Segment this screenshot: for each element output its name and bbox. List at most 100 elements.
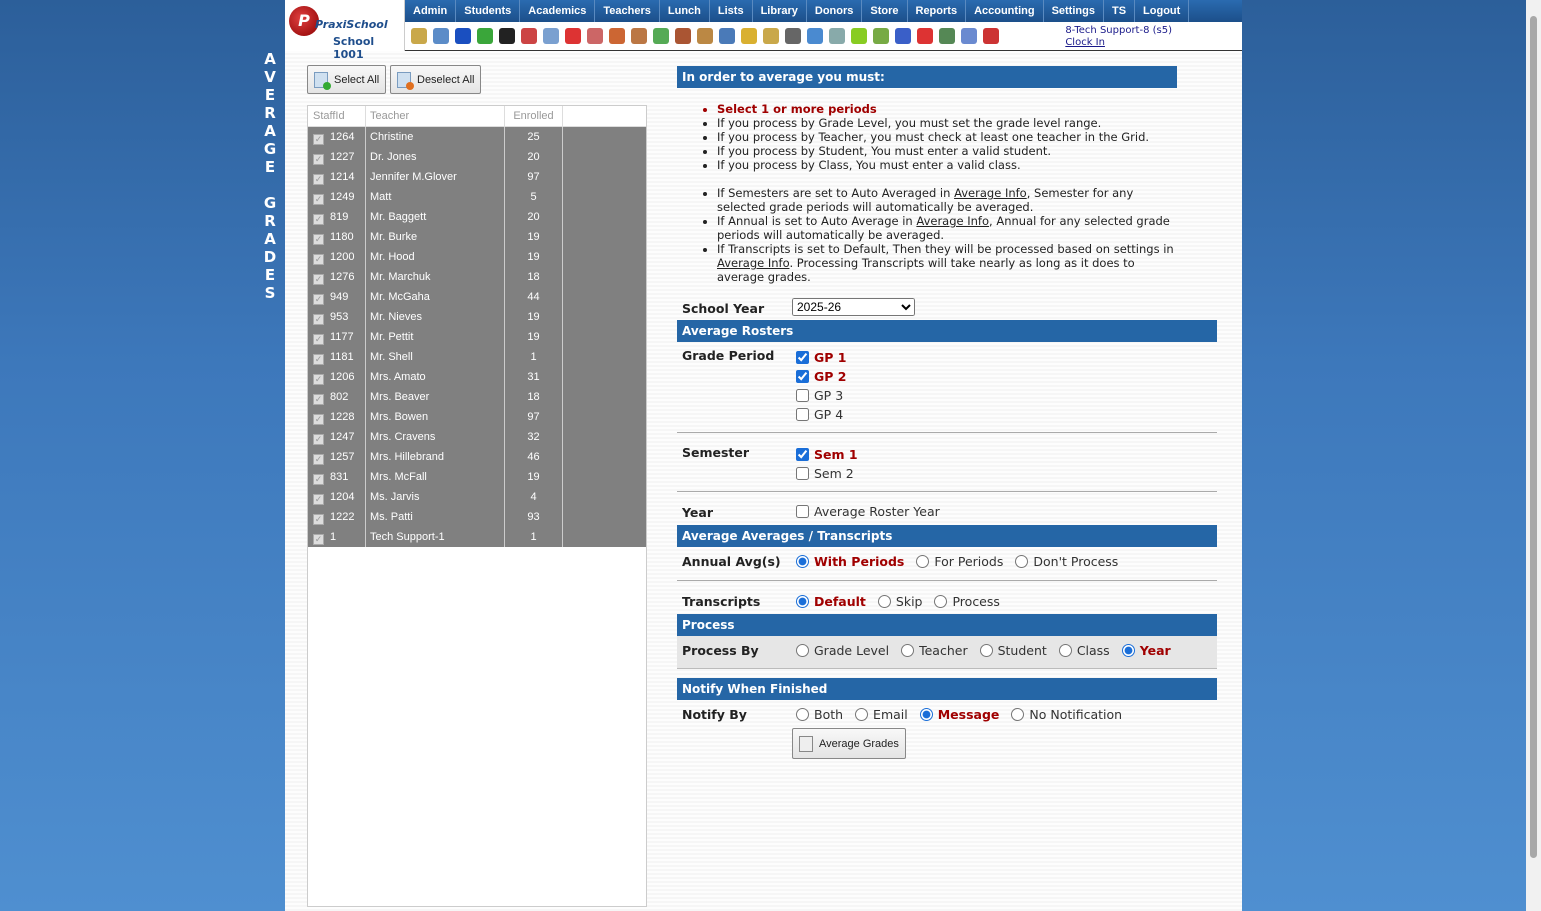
table-row[interactable]: ✓ 953 Mr. Nieves 19: [308, 307, 646, 327]
table-row[interactable]: ✓ 831 Mrs. McFall 19: [308, 467, 646, 487]
book-icon[interactable]: [719, 28, 735, 44]
export-icon[interactable]: [763, 28, 779, 44]
menu-logout[interactable]: Logout: [1135, 0, 1190, 22]
notify-by-radio[interactable]: No Notification: [1011, 707, 1122, 722]
transcripts-radio[interactable]: Skip: [877, 594, 922, 609]
grade-period-checkbox[interactable]: GP 1: [796, 348, 846, 367]
row-checkbox[interactable]: ✓: [313, 314, 324, 325]
search-icon[interactable]: [411, 28, 427, 44]
table-row[interactable]: ✓ 1204 Ms. Jarvis 4: [308, 487, 646, 507]
tag-icon[interactable]: [741, 28, 757, 44]
average-info-link[interactable]: Average Info: [954, 186, 1027, 200]
row-checkbox[interactable]: ✓: [313, 474, 324, 485]
menu-library[interactable]: Library: [753, 0, 807, 22]
semester-checkbox[interactable]: Sem 1: [796, 445, 858, 464]
table-row[interactable]: ✓ 1181 Mr. Shell 1: [308, 347, 646, 367]
row-checkbox[interactable]: ✓: [313, 254, 324, 265]
printer-icon[interactable]: [873, 28, 889, 44]
document-icon[interactable]: [829, 28, 845, 44]
clock-in-link[interactable]: Clock In: [1065, 37, 1172, 49]
menu-donors[interactable]: Donors: [807, 0, 863, 22]
menu-admin[interactable]: Admin: [405, 0, 457, 22]
grade-period-checkbox[interactable]: GP 2: [796, 367, 846, 386]
menu-reports[interactable]: Reports: [908, 0, 967, 22]
table-row[interactable]: ✓ 949 Mr. McGaha 44: [308, 287, 646, 307]
grade-period-checkbox[interactable]: GP 4: [796, 405, 846, 424]
table-row[interactable]: ✓ 1206 Mrs. Amato 31: [308, 367, 646, 387]
speaker-icon[interactable]: [521, 28, 537, 44]
semester-checkbox[interactable]: Sem 2: [796, 464, 858, 483]
notify-by-radio[interactable]: Message: [919, 707, 999, 722]
row-checkbox[interactable]: ✓: [313, 234, 324, 245]
transcripts-radio[interactable]: Process: [934, 594, 1000, 609]
row-checkbox[interactable]: ✓: [313, 414, 324, 425]
table-row[interactable]: ✓ 1249 Matt 5: [308, 187, 646, 207]
row-checkbox[interactable]: ✓: [313, 294, 324, 305]
page-scrollbar[interactable]: [1526, 0, 1541, 911]
process-by-radio[interactable]: Teacher: [901, 643, 968, 658]
average-grades-button[interactable]: Average Grades: [792, 728, 906, 759]
process-by-radio[interactable]: Class: [1058, 643, 1110, 658]
table-row[interactable]: ✓ 1200 Mr. Hood 19: [308, 247, 646, 267]
row-checkbox[interactable]: ✓: [313, 514, 324, 525]
cash-register-icon[interactable]: [939, 28, 955, 44]
row-checkbox[interactable]: ✓: [313, 214, 324, 225]
row-checkbox[interactable]: ✓: [313, 434, 324, 445]
row-checkbox[interactable]: ✓: [313, 374, 324, 385]
table-row[interactable]: ✓ 1 Tech Support-1 1: [308, 527, 646, 547]
table-row[interactable]: ✓ 1180 Mr. Burke 19: [308, 227, 646, 247]
row-checkbox[interactable]: ✓: [313, 134, 324, 145]
col-teacher[interactable]: Teacher: [366, 106, 505, 126]
average-roster-year-checkbox[interactable]: Average Roster Year: [796, 504, 940, 519]
add-user-icon[interactable]: [609, 28, 625, 44]
card-icon[interactable]: [851, 28, 867, 44]
logo[interactable]: P PraxiSchool School 1001: [285, 0, 405, 61]
transcripts-radio[interactable]: Default: [796, 594, 866, 609]
menu-accounting[interactable]: Accounting: [966, 0, 1044, 22]
calendar-icon[interactable]: [565, 28, 581, 44]
row-checkbox[interactable]: ✓: [313, 154, 324, 165]
scrollbar-thumb[interactable]: [1530, 16, 1537, 858]
grade-period-checkbox[interactable]: GP 3: [796, 386, 846, 405]
table-row[interactable]: ✓ 1264 Christine 25: [308, 127, 646, 147]
average-info-link[interactable]: Average Info: [916, 214, 989, 228]
col-enrolled[interactable]: Enrolled: [505, 106, 563, 126]
table-row[interactable]: ✓ 1214 Jennifer M.Glover 97: [308, 167, 646, 187]
pdf-icon[interactable]: [917, 28, 933, 44]
row-checkbox[interactable]: ✓: [313, 174, 324, 185]
family-icon[interactable]: [675, 28, 691, 44]
menu-students[interactable]: Students: [456, 0, 521, 22]
menu-lunch[interactable]: Lunch: [660, 0, 710, 22]
ap-icon[interactable]: [895, 28, 911, 44]
email-icon[interactable]: [455, 28, 471, 44]
table-row[interactable]: ✓ 1247 Mrs. Cravens 32: [308, 427, 646, 447]
row-checkbox[interactable]: ✓: [313, 534, 324, 545]
school-year-select[interactable]: 2025-26: [792, 298, 915, 316]
power-icon[interactable]: [983, 28, 999, 44]
table-row[interactable]: ✓ 1227 Dr. Jones 20: [308, 147, 646, 167]
row-checkbox[interactable]: ✓: [313, 454, 324, 465]
notify-by-radio[interactable]: Email: [855, 707, 908, 722]
annual-avg-radio[interactable]: Don't Process: [1015, 554, 1118, 569]
menu-ts[interactable]: TS: [1104, 0, 1136, 22]
row-checkbox[interactable]: ✓: [313, 194, 324, 205]
table-row[interactable]: ✓ 1228 Mrs. Bowen 97: [308, 407, 646, 427]
annual-avg-radio[interactable]: With Periods: [796, 554, 904, 569]
chat-icon[interactable]: [477, 28, 493, 44]
table-row[interactable]: ✓ 819 Mr. Baggett 20: [308, 207, 646, 227]
menu-lists[interactable]: Lists: [710, 0, 753, 22]
menu-teachers[interactable]: Teachers: [595, 0, 660, 22]
average-info-link[interactable]: Average Info: [717, 256, 789, 270]
select-all-button[interactable]: Select All: [307, 65, 387, 94]
user-icon[interactable]: [631, 28, 647, 44]
table-row[interactable]: ✓ 1257 Mrs. Hillebrand 46: [308, 447, 646, 467]
menu-academics[interactable]: Academics: [520, 0, 596, 22]
money-icon[interactable]: [653, 28, 669, 44]
process-by-radio[interactable]: Grade Level: [796, 643, 889, 658]
help-icon[interactable]: [961, 28, 977, 44]
notify-by-radio[interactable]: Both: [796, 707, 843, 722]
process-by-radio[interactable]: Student: [979, 643, 1047, 658]
table-row[interactable]: ✓ 802 Mrs. Beaver 18: [308, 387, 646, 407]
row-checkbox[interactable]: ✓: [313, 274, 324, 285]
calculator-icon[interactable]: [543, 28, 559, 44]
